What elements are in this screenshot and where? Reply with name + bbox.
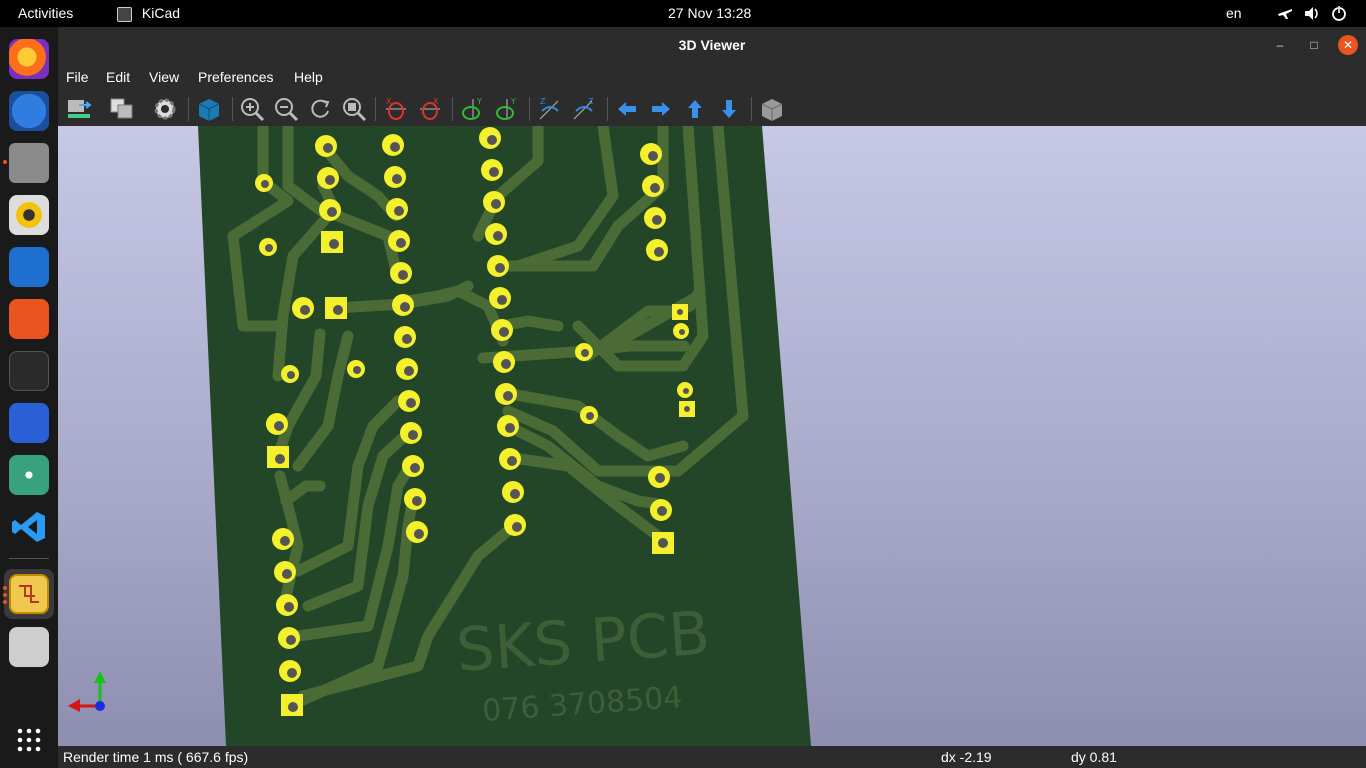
ubuntu-software-icon[interactable]: [9, 299, 49, 339]
rotate-z-cw-icon[interactable]: Z: [536, 95, 564, 123]
reload-board-icon[interactable]: [65, 95, 93, 123]
svg-text:Y: Y: [476, 97, 482, 106]
3d-viewer-window: 3D Viewer – □ ✕ File Edit View Preferenc…: [58, 27, 1366, 768]
dy-label: dy 0.81: [1071, 749, 1117, 765]
menu-help[interactable]: Help: [294, 63, 323, 91]
firefox-icon[interactable]: [9, 39, 49, 79]
axis-gizmo: [68, 671, 106, 712]
3d-render-icon[interactable]: [195, 95, 223, 123]
vscode-icon[interactable]: [9, 507, 49, 547]
rotate-x-cw-icon[interactable]: X: [382, 95, 410, 123]
3d-canvas[interactable]: SKS PCB 076 3708504: [58, 126, 1366, 746]
terminal-icon[interactable]: [9, 351, 49, 391]
redraw-icon[interactable]: [306, 95, 334, 123]
rotate-y-ccw-icon[interactable]: Y: [493, 95, 521, 123]
pan-up-icon[interactable]: [681, 95, 709, 123]
system-top-bar: Activities KiCad 27 Nov 13:28 en: [0, 0, 1366, 27]
svg-text:Y: Y: [510, 97, 516, 106]
files-icon[interactable]: [9, 143, 49, 183]
svg-text:X: X: [433, 97, 439, 106]
app-name-label: KiCad: [141, 5, 181, 21]
language-indicator[interactable]: en: [1226, 0, 1242, 27]
svg-text:Z: Z: [588, 97, 594, 106]
app-menu[interactable]: KiCad: [117, 0, 180, 27]
trash-icon[interactable]: [9, 627, 49, 667]
rhythmbox-icon[interactable]: [9, 195, 49, 235]
menu-bar: File Edit View Preferences Help: [58, 63, 1366, 91]
window-titlebar[interactable]: 3D Viewer – □ ✕: [58, 27, 1366, 63]
zoom-in-icon[interactable]: [238, 95, 266, 123]
atom-icon[interactable]: [9, 455, 49, 495]
menu-view[interactable]: View: [149, 63, 179, 91]
clock[interactable]: 27 Nov 13:28: [668, 0, 751, 27]
zoom-out-icon[interactable]: [272, 95, 300, 123]
toolbar: X X Y Y Z Z: [58, 91, 1366, 126]
pan-down-icon[interactable]: [715, 95, 743, 123]
pan-right-icon[interactable]: [647, 95, 675, 123]
copy-image-icon[interactable]: [108, 95, 136, 123]
maximize-icon[interactable]: □: [1304, 35, 1324, 55]
raytracing-settings-icon[interactable]: [151, 95, 179, 123]
close-icon[interactable]: ✕: [1338, 35, 1358, 55]
rotate-z-ccw-icon[interactable]: Z: [570, 95, 598, 123]
show-apps-icon[interactable]: [16, 727, 42, 753]
minimize-icon[interactable]: –: [1270, 35, 1290, 55]
volume-icon[interactable]: [1303, 0, 1321, 27]
kicad-dock-icon[interactable]: [9, 574, 49, 614]
activities-button[interactable]: Activities: [18, 0, 73, 27]
status-bar: Render time 1 ms ( 667.6 fps) dx -2.19 d…: [58, 746, 1366, 768]
pan-left-icon[interactable]: [613, 95, 641, 123]
svg-text:X: X: [386, 97, 392, 106]
pcb-render: SKS PCB 076 3708504: [68, 126, 811, 746]
menu-preferences[interactable]: Preferences: [198, 63, 273, 91]
svg-text:Z: Z: [540, 97, 546, 106]
screenshot-icon[interactable]: [9, 403, 49, 443]
power-icon[interactable]: [1330, 0, 1348, 27]
kicad-app-icon: [117, 6, 132, 22]
menu-edit[interactable]: Edit: [106, 63, 130, 91]
menu-file[interactable]: File: [66, 63, 89, 91]
window-title: 3D Viewer: [678, 37, 746, 53]
libreoffice-writer-icon[interactable]: [9, 247, 49, 287]
zoom-fit-icon[interactable]: [340, 95, 368, 123]
thunderbird-icon[interactable]: [9, 91, 49, 131]
render-time-label: Render time 1 ms ( 667.6 fps): [63, 749, 249, 765]
ortho-view-icon[interactable]: [758, 95, 786, 123]
dx-label: dx -2.19: [941, 749, 992, 765]
rotate-y-cw-icon[interactable]: Y: [459, 95, 487, 123]
airplane-mode-icon[interactable]: [1276, 0, 1294, 27]
dock: [0, 27, 58, 768]
rotate-x-ccw-icon[interactable]: X: [416, 95, 444, 123]
